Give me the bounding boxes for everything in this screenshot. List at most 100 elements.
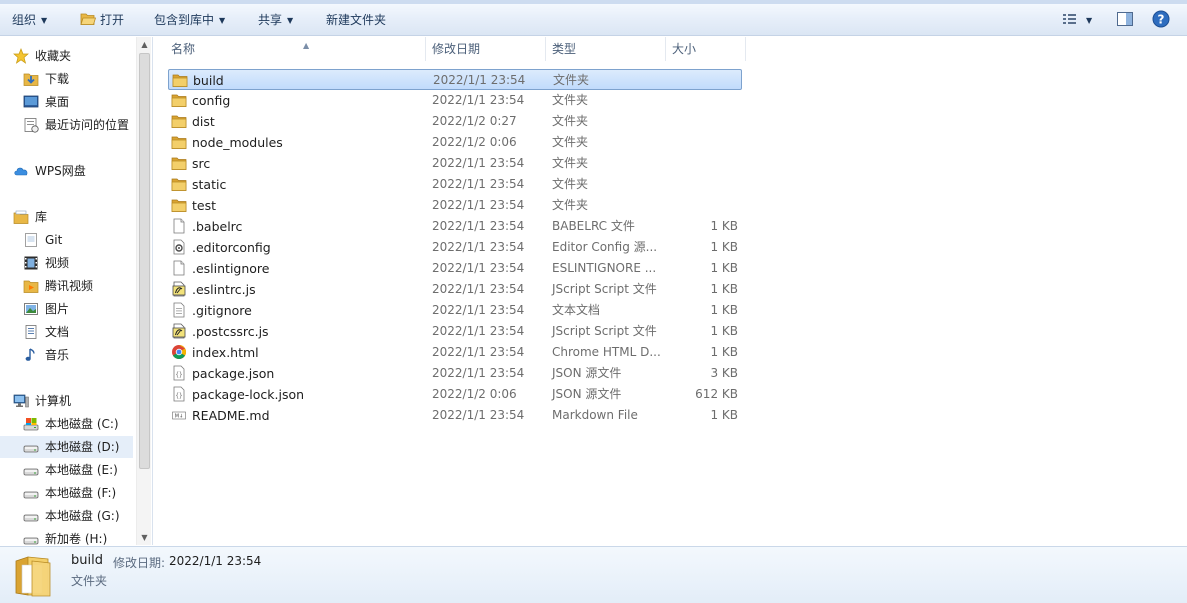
file-type: JScript Script 文件 — [552, 282, 657, 296]
share-menu[interactable]: 共享 ▼ — [258, 11, 293, 29]
column-header-type[interactable]: 类型 — [546, 37, 666, 61]
navigation-pane: 收藏夹 下载 桌面 最近访问的位置 WPS网盘 库 Git 视频 腾讯视频 图片… — [0, 37, 152, 545]
file-row[interactable]: .postcssrc.js 2022/1/1 23:54 JScript Scrip… — [168, 321, 742, 342]
file-type: 文件夹 — [552, 156, 589, 170]
nav-drive-d[interactable]: 本地磁盘 (D:) — [0, 436, 133, 458]
file-row[interactable]: dist 2022/1/2 0:27 文件夹 — [168, 111, 742, 132]
column-header-name-label: 名称 — [171, 42, 196, 56]
file-size: 1 KB — [710, 324, 738, 338]
nav-drive-d-label: 本地磁盘 (D:) — [45, 440, 120, 454]
file-row[interactable]: test 2022/1/1 23:54 文件夹 — [168, 195, 742, 216]
file-row[interactable]: index.html 2022/1/1 23:54 Chrome HTML D...… — [168, 342, 742, 363]
nav-drive-g-label: 本地磁盘 (G:) — [45, 509, 120, 523]
include-in-library-label: 包含到库中 — [154, 13, 215, 27]
nav-music-label: 音乐 — [45, 348, 70, 362]
view-options-icon[interactable] — [1062, 10, 1078, 28]
file-row[interactable]: node_modules 2022/1/2 0:06 文件夹 — [168, 132, 742, 153]
json-file-icon: {} — [173, 386, 185, 402]
new-folder-button[interactable]: 新建文件夹 — [326, 11, 386, 29]
column-headers: 名称 ▲ 修改日期 类型 大小 — [153, 37, 1187, 61]
preview-pane-icon[interactable] — [1116, 10, 1134, 28]
scroll-thumb[interactable] — [139, 53, 150, 469]
file-row[interactable]: static 2022/1/1 23:54 文件夹 — [168, 174, 742, 195]
file-row[interactable]: config 2022/1/1 23:54 文件夹 — [168, 90, 742, 111]
file-row[interactable]: .editorconfig 2022/1/1 23:54 Editor Config… — [168, 237, 742, 258]
file-row[interactable]: {} package-lock.json 2022/1/2 0:06 JSON 源文件… — [168, 384, 742, 405]
file-row[interactable]: .gitignore 2022/1/1 23:54 文本文档 1 KB — [168, 300, 742, 321]
column-header-date-label: 修改日期 — [432, 42, 481, 56]
file-row[interactable]: build 2022/1/1 23:54 文件夹 — [168, 69, 742, 90]
organize-menu[interactable]: 组织 ▼ — [12, 11, 47, 29]
file-name: src — [192, 156, 211, 171]
svg-text:{}: {} — [175, 393, 182, 400]
include-in-library-menu[interactable]: 包含到库中 ▼ — [154, 11, 225, 29]
file-type: 文件夹 — [553, 73, 590, 87]
documents-icon — [25, 325, 37, 339]
column-header-type-label: 类型 — [552, 42, 577, 56]
svg-text:{}: {} — [175, 372, 182, 379]
desktop-icon — [23, 95, 39, 108]
file-type: JScript Script 文件 — [552, 324, 657, 338]
computer-icon — [13, 394, 29, 408]
text-file-icon — [173, 302, 185, 318]
file-type: Markdown File — [552, 408, 638, 422]
folder-icon — [171, 199, 187, 212]
nav-computer-label: 计算机 — [35, 394, 72, 408]
libraries-icon — [13, 210, 29, 224]
hard-drive-icon — [23, 468, 39, 476]
scroll-up-arrow-icon[interactable]: ▲ — [137, 37, 152, 52]
title-strip — [0, 0, 1187, 4]
file-row[interactable]: {} package.json 2022/1/1 23:54 JSON 源文件 3 KB — [168, 363, 742, 384]
open-button[interactable]: 打开 — [100, 11, 124, 29]
help-icon[interactable]: ? — [1152, 10, 1170, 28]
file-type: Editor Config 源... — [552, 240, 658, 254]
file-date: 2022/1/1 23:54 — [432, 366, 525, 380]
file-date: 2022/1/1 23:54 — [432, 93, 525, 107]
folder-icon — [171, 136, 187, 149]
file-type: BABELRC 文件 — [552, 219, 635, 233]
file-name: package.json — [192, 366, 275, 381]
file-name: build — [193, 73, 224, 88]
nav-git-label: Git — [45, 233, 63, 247]
file-size: 1 KB — [710, 345, 738, 359]
downloads-icon — [23, 73, 39, 86]
star-icon — [13, 48, 29, 64]
details-item-type: 文件夹 — [71, 574, 108, 588]
file-row[interactable]: M↓ README.md 2022/1/1 23:54 Markdown File 1 … — [168, 405, 742, 426]
view-options-dropdown-icon[interactable]: ▼ — [1086, 12, 1092, 30]
pane-divider[interactable] — [152, 37, 153, 545]
nav-desktop-label: 桌面 — [45, 95, 70, 109]
nav-drive-f-label: 本地磁盘 (F:) — [45, 486, 117, 500]
column-header-size[interactable]: 大小 — [666, 37, 746, 61]
file-date: 2022/1/1 23:54 — [432, 219, 525, 233]
new-folder-label: 新建文件夹 — [326, 13, 387, 27]
file-row[interactable]: .eslintrc.js 2022/1/1 23:54 JScript Script… — [168, 279, 742, 300]
file-type: 文件夹 — [552, 93, 589, 107]
file-date: 2022/1/1 23:54 — [432, 282, 525, 296]
file-row[interactable]: .babelrc 2022/1/1 23:54 BABELRC 文件 1 KB — [168, 216, 742, 237]
nav-documents-label: 文档 — [45, 325, 70, 339]
file-row[interactable]: .eslintignore 2022/1/1 23:54 ESLINTIGNORE … — [168, 258, 742, 279]
hard-drive-icon — [23, 537, 39, 545]
cloud-icon — [14, 167, 28, 176]
nav-downloads-label: 下载 — [45, 72, 70, 86]
column-header-name[interactable]: 名称 ▲ — [165, 37, 426, 61]
file-date: 2022/1/1 23:54 — [432, 177, 525, 191]
file-row[interactable]: src 2022/1/1 23:54 文件夹 — [168, 153, 742, 174]
file-date: 2022/1/1 23:54 — [432, 324, 525, 338]
file-type: ESLINTIGNORE ... — [552, 261, 657, 275]
script-file-icon — [172, 323, 186, 339]
nav-favorites-label: 收藏夹 — [35, 49, 72, 63]
folder-icon — [171, 94, 187, 107]
file-name: .postcssrc.js — [192, 324, 269, 339]
file-size: 1 KB — [710, 408, 738, 422]
details-date-value: 2022/1/1 23:54 — [169, 554, 262, 568]
file-name: .babelrc — [192, 219, 243, 234]
scroll-down-arrow-icon[interactable]: ▼ — [137, 530, 152, 545]
file-date: 2022/1/1 23:54 — [433, 73, 526, 87]
file-name: dist — [192, 114, 215, 129]
column-header-date[interactable]: 修改日期 — [426, 37, 546, 61]
script-file-icon — [172, 281, 186, 297]
nav-scrollbar[interactable]: ▲ ▼ — [136, 37, 151, 545]
markdown-file-icon: M↓ — [172, 411, 186, 420]
